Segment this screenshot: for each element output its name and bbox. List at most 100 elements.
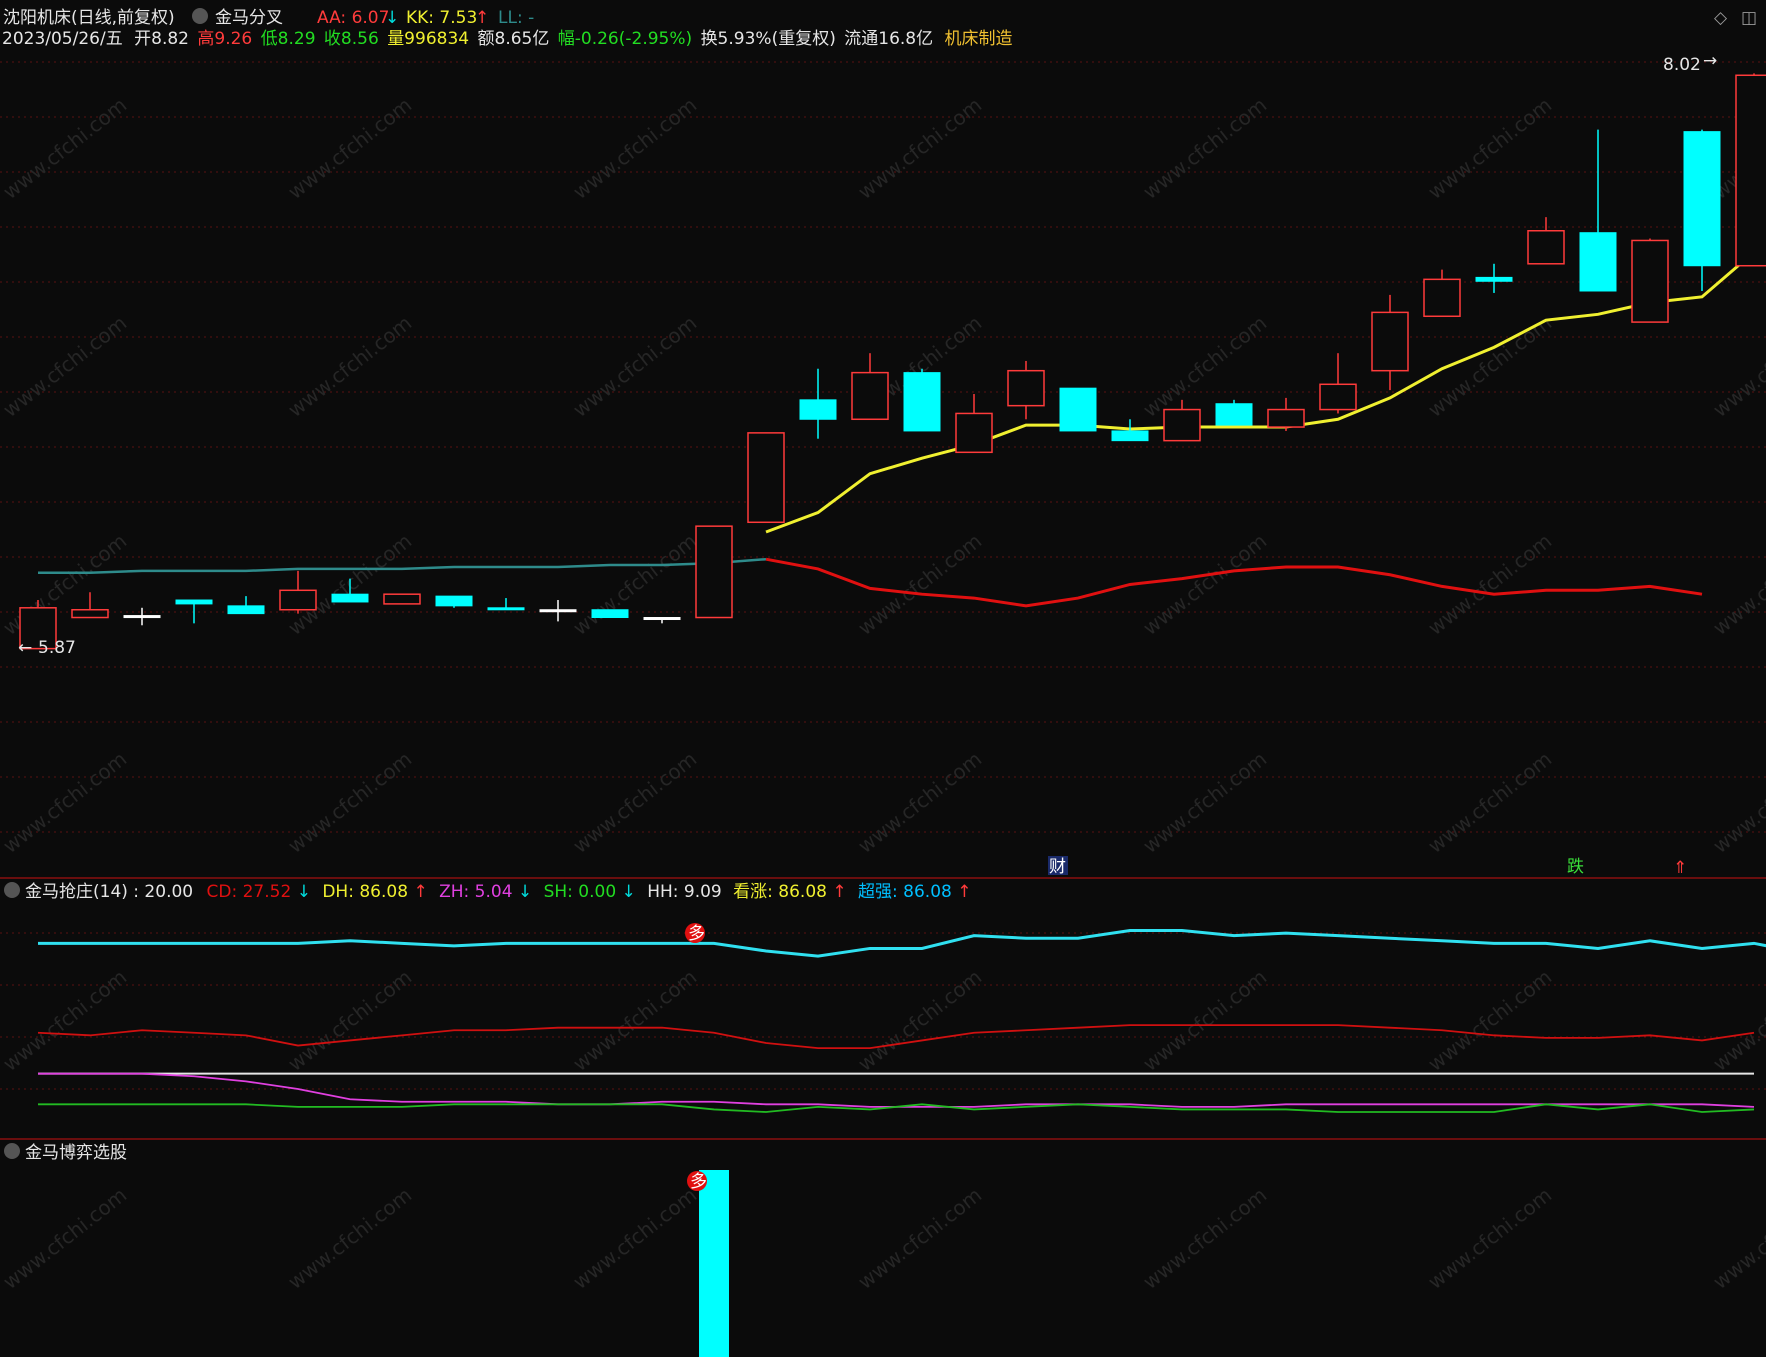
candle-body bbox=[1111, 430, 1149, 442]
duo-badge-text: 多 bbox=[688, 924, 705, 944]
candle-body bbox=[1475, 276, 1513, 282]
stock-chart[interactable]: www.cfchi.com www.cfchi.com www.cfchi.com w… bbox=[0, 0, 1766, 1357]
candle-body bbox=[1683, 131, 1721, 267]
watermark-text: www.cfchi.com bbox=[1423, 1183, 1556, 1294]
watermark-text: www.cfchi.com bbox=[0, 93, 131, 204]
watermark-text: www.cfchi.com bbox=[0, 747, 131, 858]
diamond-icon[interactable]: ◇ bbox=[1714, 8, 1728, 28]
watermark-text: www.cfchi.com bbox=[1423, 965, 1556, 1076]
watermark-text: www.cfchi.com bbox=[853, 93, 986, 204]
watermark-text: www.cfchi.com bbox=[853, 529, 986, 640]
indicator-name: 金马分叉 bbox=[215, 8, 283, 28]
up-arrow-icon: ↑ bbox=[832, 882, 846, 902]
down-arrow-icon: ↓ bbox=[297, 882, 311, 902]
date: 2023/05/26/五 bbox=[2, 29, 123, 49]
max-price-label: 8.02 bbox=[1663, 55, 1701, 75]
window-icon[interactable]: ◫ bbox=[1741, 8, 1757, 28]
panel3-bar bbox=[699, 1170, 729, 1357]
duo-badge-text: 多 bbox=[690, 1172, 707, 1192]
candle-body bbox=[71, 608, 109, 619]
candle-body bbox=[643, 617, 681, 621]
candle-body bbox=[1059, 387, 1097, 432]
main-indicator-lines bbox=[38, 250, 1755, 608]
watermark-text: www.cfchi.com bbox=[283, 311, 416, 422]
down-arrow-icon: ↓ bbox=[518, 882, 532, 902]
watermark-text: www.cfchi.com bbox=[568, 747, 701, 858]
candle-body bbox=[695, 525, 733, 619]
watermark-text: www.cfchi.com bbox=[1708, 1183, 1766, 1294]
panel2-cyan-line bbox=[38, 929, 1766, 958]
candle-body bbox=[1007, 369, 1045, 407]
candle-body bbox=[1631, 239, 1669, 323]
candle-body bbox=[331, 593, 369, 603]
watermark-text: www.cfchi.com bbox=[1423, 311, 1556, 422]
down-arrow-icon: ↓ bbox=[622, 882, 636, 902]
down-arrow-icon: ↓ bbox=[385, 8, 399, 28]
arrow-left-icon: ← bbox=[18, 638, 32, 658]
watermark-text: www.cfchi.com bbox=[1708, 529, 1766, 640]
sector: 机床制造 bbox=[945, 29, 1013, 49]
kk-value: KK: 7.53 bbox=[406, 8, 477, 28]
die-marker: 跌 bbox=[1567, 857, 1584, 877]
cai-marker: 财 bbox=[1049, 857, 1066, 877]
watermarks: www.cfchi.com www.cfchi.com www.cfchi.com w… bbox=[0, 93, 1766, 1294]
watermark-text: www.cfchi.com bbox=[0, 1183, 131, 1294]
watermark-text: www.cfchi.com bbox=[1138, 747, 1271, 858]
watermark-text: www.cfchi.com bbox=[568, 311, 701, 422]
watermark-text: www.cfchi.com bbox=[1138, 529, 1271, 640]
watermark-text: www.cfchi.com bbox=[283, 747, 416, 858]
up-marker-icon: ⇑ bbox=[1673, 858, 1687, 878]
candle-body bbox=[955, 412, 993, 454]
collapse-icon[interactable] bbox=[192, 8, 208, 24]
panel2-green-line bbox=[38, 1103, 1755, 1113]
watermark-text: www.cfchi.com bbox=[853, 1183, 986, 1294]
ll-value: LL: - bbox=[498, 8, 534, 28]
quote-line: 2023/05/26/五 开8.82 高9.26 低8.29 收8.56 量99… bbox=[2, 29, 1013, 49]
watermark-text: www.cfchi.com bbox=[568, 93, 701, 204]
volume: 量996834 bbox=[387, 29, 469, 49]
float-cap: 流通16.8亿 bbox=[844, 29, 933, 49]
candle-body bbox=[1423, 278, 1461, 318]
up-arrow-icon: ↑ bbox=[957, 882, 971, 902]
watermark-text: www.cfchi.com bbox=[1138, 93, 1271, 204]
zh-value: ZH: 5.04 bbox=[439, 882, 512, 902]
watermark-text: www.cfchi.com bbox=[283, 1183, 416, 1294]
candle-body bbox=[1215, 403, 1253, 426]
watermark-text: www.cfchi.com bbox=[1708, 311, 1766, 422]
chaoqiang-value: 超强: 86.08 bbox=[858, 882, 952, 902]
stock-title: 沈阳机床(日线,前复权) bbox=[3, 8, 175, 28]
panel3-bars bbox=[699, 1170, 729, 1357]
candle-body bbox=[539, 609, 577, 613]
candle-body bbox=[383, 593, 421, 605]
panel2-collapse-icon[interactable] bbox=[4, 882, 20, 898]
watermark-text: www.cfchi.com bbox=[0, 311, 131, 422]
cd-value: CD: 27.52 bbox=[207, 882, 292, 902]
watermark-text: www.cfchi.com bbox=[568, 965, 701, 1076]
candle-body bbox=[175, 599, 213, 605]
up-arrow-icon: ↑ bbox=[413, 882, 427, 902]
candle-body bbox=[1163, 408, 1201, 442]
candle-body bbox=[591, 609, 629, 619]
watermark-text: www.cfchi.com bbox=[1423, 93, 1556, 204]
watermark-text: www.cfchi.com bbox=[1423, 747, 1556, 858]
min-price-label: 5.87 bbox=[38, 638, 76, 658]
aa-value: AA: 6.07 bbox=[317, 8, 389, 28]
change: 幅-0.26(-2.95%) bbox=[558, 29, 692, 49]
hh-value: HH: 9.09 bbox=[647, 882, 722, 902]
watermark-text: www.cfchi.com bbox=[853, 965, 986, 1076]
candle-body bbox=[279, 589, 317, 611]
watermark-text: www.cfchi.com bbox=[568, 529, 701, 640]
kanzhang-value: 看涨: 86.08 bbox=[733, 882, 827, 902]
watermark-text: www.cfchi.com bbox=[0, 965, 131, 1076]
candle-body bbox=[799, 399, 837, 420]
candle-body bbox=[123, 615, 161, 619]
panel2-title: 金马抢庄(14) : 20.00 bbox=[25, 882, 193, 902]
candle-body bbox=[1579, 232, 1617, 292]
watermark-text: www.cfchi.com bbox=[283, 93, 416, 204]
panel3-collapse-icon[interactable] bbox=[4, 1143, 20, 1159]
candle-body bbox=[487, 607, 525, 611]
watermark-text: www.cfchi.com bbox=[853, 747, 986, 858]
panel2-header: 金马抢庄(14) : 20.00 CD: 27.52 ↓ DH: 86.08 ↑… bbox=[25, 882, 972, 902]
close: 收8.56 bbox=[324, 29, 379, 49]
low: 低8.29 bbox=[261, 29, 316, 49]
